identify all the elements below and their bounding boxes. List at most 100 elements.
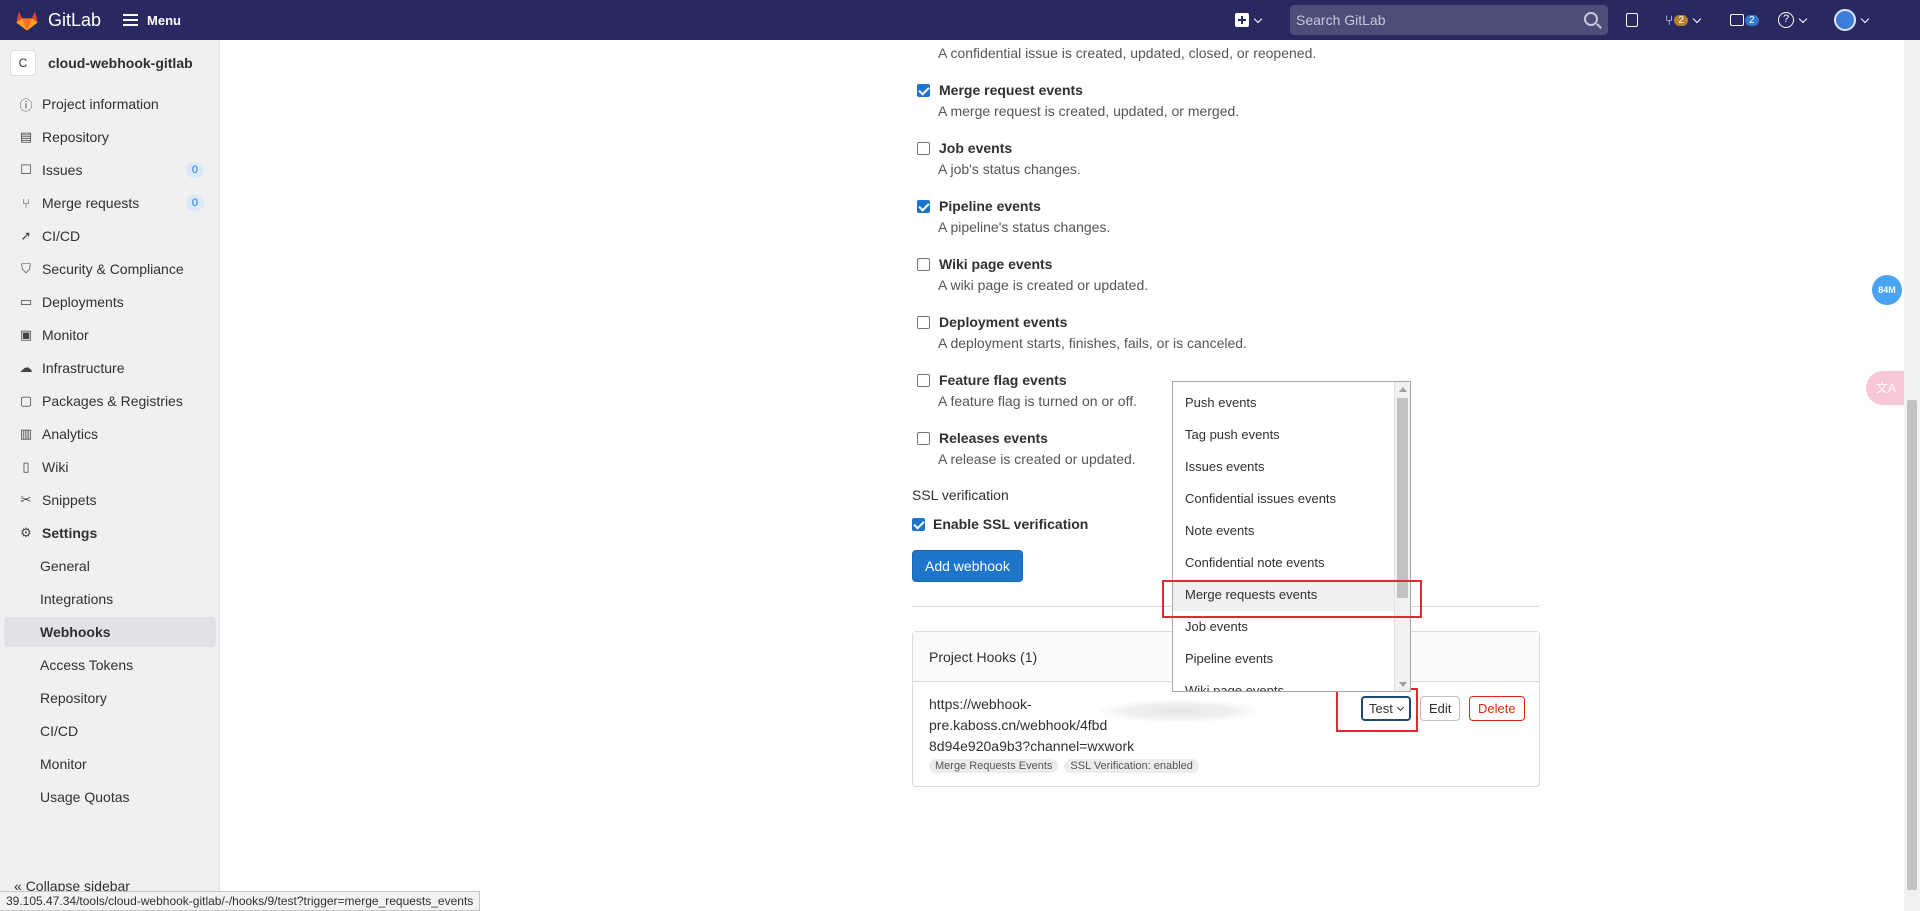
sidebar-item-label: Settings	[42, 525, 98, 541]
page-scroll-thumb[interactable]	[1907, 400, 1917, 890]
deployment-events-option[interactable]: Deployment events	[917, 314, 1067, 330]
user-menu-button[interactable]	[1834, 0, 1870, 40]
brand-name: GitLab	[48, 9, 102, 30]
sidebar-subitem-general[interactable]: General	[4, 551, 216, 581]
sidebar-item-infrastructure[interactable]: ☁ Infrastructure	[4, 353, 216, 383]
sidebar-item-project-information[interactable]: ⓘ Project information	[4, 89, 216, 119]
sidebar-subitem-usage-quotas[interactable]: Usage Quotas	[4, 782, 216, 812]
search-input[interactable]	[1296, 12, 1576, 28]
feature-flag-events-option[interactable]: Feature flag events	[917, 372, 1067, 388]
sidebar-item-wiki[interactable]: ▯ Wiki	[4, 452, 216, 482]
wiki-page-events-option[interactable]: Wiki page events	[917, 256, 1052, 272]
dropdown-option-push[interactable]: Push events	[1173, 387, 1395, 419]
merge-request-events-option[interactable]: Merge request events	[917, 82, 1083, 98]
deployment-events-checkbox[interactable]	[917, 315, 930, 329]
tanuki-icon	[16, 11, 38, 31]
highlight-box-test	[1336, 688, 1418, 732]
sidebar-subitem-repository[interactable]: Repository	[4, 683, 216, 713]
redacted-blur	[1099, 700, 1259, 722]
sidebar-subitem-monitor[interactable]: Monitor	[4, 749, 216, 779]
cloud-icon: ☁	[19, 360, 33, 375]
dropdown-scroll-thumb[interactable]	[1397, 398, 1408, 598]
scroll-up-arrow-icon[interactable]	[1399, 387, 1407, 392]
sidebar-item-label: Deployments	[42, 294, 124, 310]
sidebar-subitem-webhooks[interactable]: Webhooks	[4, 617, 216, 647]
sidebar-item-label: Repository	[42, 129, 109, 145]
issues-icon	[1626, 13, 1638, 27]
ssl-verification-option[interactable]: Enable SSL verification	[912, 516, 1088, 532]
event-desc: A release is created or updated.	[938, 451, 1136, 467]
memory-usage-widget[interactable]: 84M	[1872, 275, 1902, 305]
pipeline-events-checkbox[interactable]	[917, 199, 930, 213]
releases-events-option[interactable]: Releases events	[917, 430, 1048, 446]
merge-request-events-checkbox[interactable]	[917, 83, 930, 97]
sidebar-item-security[interactable]: ⛉ Security & Compliance	[4, 254, 216, 284]
menu-button[interactable]: Menu	[123, 11, 181, 29]
dropdown-option-tag-push[interactable]: Tag push events	[1173, 419, 1395, 451]
sidebar-item-label: Merge requests	[42, 195, 140, 211]
event-title: Merge request events	[939, 82, 1083, 98]
sidebar-item-repository[interactable]: ▤ Repository	[4, 122, 216, 152]
issues-icon: ☐	[20, 162, 32, 177]
todos-count: 2	[1745, 14, 1759, 26]
menu-label: Menu	[147, 12, 181, 28]
merge-requests-nav-button[interactable]: ⑂ 2	[1665, 0, 1702, 40]
releases-events-checkbox[interactable]	[917, 431, 930, 445]
rocket-icon: ➚	[20, 228, 32, 243]
dropdown-option-note[interactable]: Note events	[1173, 515, 1395, 547]
new-dropdown-button[interactable]	[1235, 0, 1263, 40]
test-trigger-dropdown[interactable]: Push events Tag push events Issues event…	[1172, 381, 1411, 692]
scissors-icon: ✂	[20, 492, 32, 507]
sidebar-item-merge-requests[interactable]: ⑂ Merge requests 0	[4, 188, 216, 218]
edit-hook-button[interactable]: Edit	[1420, 696, 1461, 721]
add-webhook-button[interactable]: Add webhook	[912, 550, 1023, 582]
sidebar-item-label: Infrastructure	[42, 360, 125, 376]
sidebar-item-label: Issues	[42, 162, 83, 178]
search-box[interactable]	[1290, 5, 1608, 35]
job-events-option[interactable]: Job events	[917, 140, 1012, 156]
delete-hook-button[interactable]: Delete	[1469, 696, 1525, 721]
project-header[interactable]: C cloud-webhook-gitlab	[0, 40, 219, 86]
ssl-verification-label: SSL verification	[912, 487, 1009, 503]
sidebar-subitem-cicd[interactable]: CI/CD	[4, 716, 216, 746]
chevron-down-icon	[1798, 14, 1808, 23]
dropdown-option-pipeline[interactable]: Pipeline events	[1173, 643, 1395, 675]
sidebar-subitem-access-tokens[interactable]: Access Tokens	[4, 650, 216, 680]
issues-nav-button[interactable]	[1626, 0, 1638, 40]
dropdown-scrollbar[interactable]	[1394, 382, 1410, 691]
document-icon: ▤	[19, 129, 33, 144]
dropdown-option-wiki-page[interactable]: Wiki page events	[1173, 675, 1395, 691]
sidebar-item-analytics[interactable]: ▥ Analytics	[4, 419, 216, 449]
page-scrollbar[interactable]	[1904, 40, 1920, 911]
chart-icon: ▥	[19, 426, 33, 441]
issues-count-badge: 0	[185, 162, 204, 178]
pipeline-events-option[interactable]: Pipeline events	[917, 198, 1041, 214]
todos-nav-button[interactable]: 2	[1730, 0, 1759, 40]
sidebar-item-label: Snippets	[42, 492, 97, 508]
sidebar-item-label: Packages & Registries	[42, 393, 183, 409]
scroll-down-arrow-icon[interactable]	[1399, 682, 1407, 687]
sidebar-item-settings[interactable]: ⚙ Settings	[4, 518, 216, 548]
sidebar-item-cicd[interactable]: ➚ CI/CD	[4, 221, 216, 251]
sidebar-item-packages[interactable]: ▢ Packages & Registries	[4, 386, 216, 416]
feature-flag-events-checkbox[interactable]	[917, 373, 930, 387]
dropdown-option-confidential-issues[interactable]: Confidential issues events	[1173, 483, 1395, 515]
sidebar-item-snippets[interactable]: ✂ Snippets	[4, 485, 216, 515]
sidebar-item-issues[interactable]: ☐ Issues 0	[4, 155, 216, 185]
sidebar-item-label: Project information	[42, 96, 159, 112]
sidebar-item-monitor[interactable]: ▣ Monitor	[4, 320, 216, 350]
dropdown-option-issues[interactable]: Issues events	[1173, 451, 1395, 483]
sidebar-item-deployments[interactable]: ▭ Deployments	[4, 287, 216, 317]
help-button[interactable]: ?	[1778, 0, 1808, 40]
sidebar-subitem-integrations[interactable]: Integrations	[4, 584, 216, 614]
chevron-down-icon	[1253, 14, 1263, 23]
project-avatar: C	[10, 50, 36, 76]
translate-icon[interactable]: 文A	[1866, 371, 1906, 405]
sidebar-item-label: Security & Compliance	[42, 261, 184, 277]
dropdown-option-confidential-note[interactable]: Confidential note events	[1173, 547, 1395, 579]
wiki-page-events-checkbox[interactable]	[917, 257, 930, 271]
job-events-checkbox[interactable]	[917, 141, 930, 155]
ssl-verification-checkbox[interactable]	[912, 517, 925, 531]
gitlab-logo[interactable]: GitLab	[14, 7, 101, 33]
gear-icon: ⚙	[20, 525, 32, 540]
